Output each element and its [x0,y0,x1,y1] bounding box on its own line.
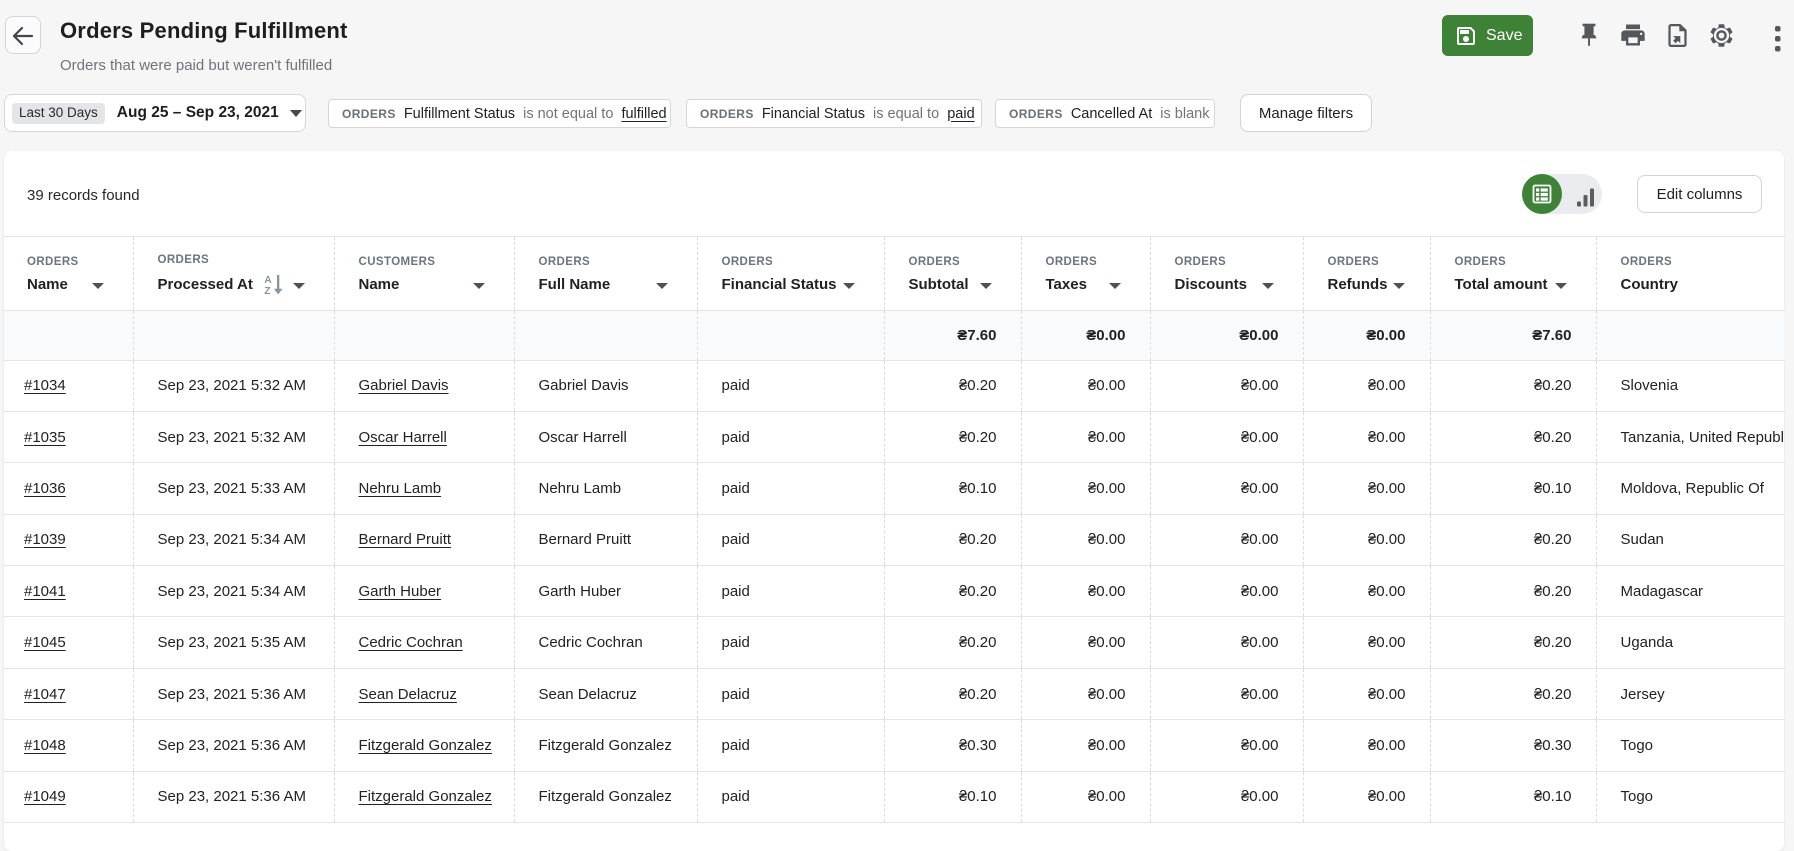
svg-text:A: A [264,275,272,286]
svg-text:Z: Z [264,286,270,295]
